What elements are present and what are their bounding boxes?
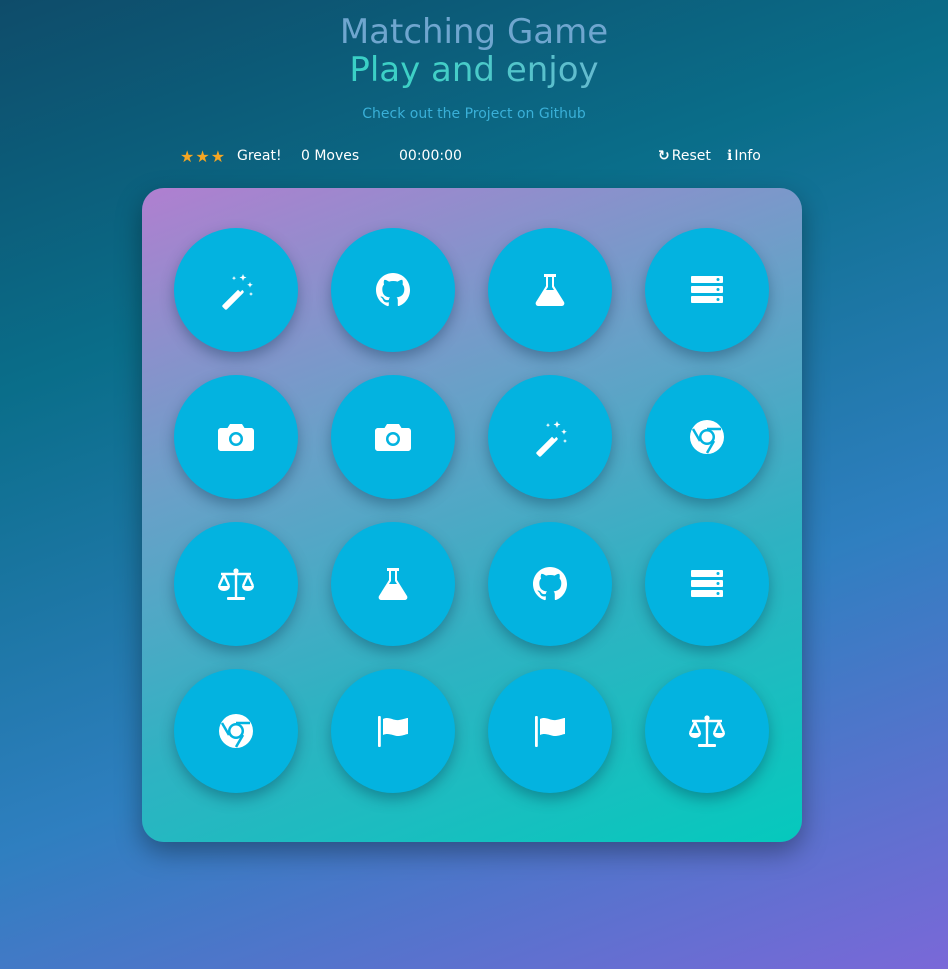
magic-wand-icon	[216, 270, 256, 310]
timer: 00:00:00	[399, 148, 462, 164]
card[interactable]	[331, 228, 455, 352]
info-button[interactable]: ℹ Info	[727, 148, 761, 164]
redo-icon: ↻	[658, 148, 670, 164]
info-icon: ℹ	[727, 148, 733, 164]
flag-icon	[530, 711, 570, 751]
rating-text: Great!	[237, 148, 282, 164]
card[interactable]	[488, 522, 612, 646]
moves-counter: 0 Moves	[301, 148, 360, 164]
card[interactable]	[645, 522, 769, 646]
card[interactable]	[645, 669, 769, 793]
github-icon	[530, 564, 570, 604]
flask-icon	[373, 564, 413, 604]
info-label: Info	[734, 148, 761, 164]
balance-scale-icon	[687, 711, 727, 751]
reset-label: Reset	[671, 148, 711, 164]
card[interactable]	[174, 375, 298, 499]
header: Matching Game Play and enjoy Check out t…	[0, 12, 948, 122]
reset-button[interactable]: ↻ Reset	[658, 148, 711, 164]
card[interactable]	[645, 228, 769, 352]
chrome-icon	[216, 711, 256, 751]
card[interactable]	[488, 375, 612, 499]
score-panel: ★★★ Great! 0 Moves 00:00:00 ↻ Reset ℹ Info	[180, 147, 764, 169]
card[interactable]	[331, 669, 455, 793]
server-icon	[687, 270, 727, 310]
camera-icon	[373, 417, 413, 457]
page-title: Matching Game	[339, 12, 609, 52]
card[interactable]	[174, 669, 298, 793]
server-icon	[687, 564, 727, 604]
camera-icon	[216, 417, 256, 457]
github-icon	[373, 270, 413, 310]
chrome-icon	[687, 417, 727, 457]
page-subtitle: Play and enjoy	[0, 52, 948, 88]
magic-wand-icon	[530, 417, 570, 457]
card[interactable]	[488, 228, 612, 352]
balance-scale-icon	[216, 564, 256, 604]
game-board	[142, 188, 802, 842]
card[interactable]	[488, 669, 612, 793]
star-rating-icon: ★★★	[180, 147, 227, 166]
card[interactable]	[331, 522, 455, 646]
flag-icon	[373, 711, 413, 751]
card[interactable]	[331, 375, 455, 499]
card[interactable]	[174, 228, 298, 352]
card[interactable]	[645, 375, 769, 499]
flask-icon	[530, 270, 570, 310]
github-project-link[interactable]: Check out the Project on Github	[362, 106, 585, 122]
card[interactable]	[174, 522, 298, 646]
